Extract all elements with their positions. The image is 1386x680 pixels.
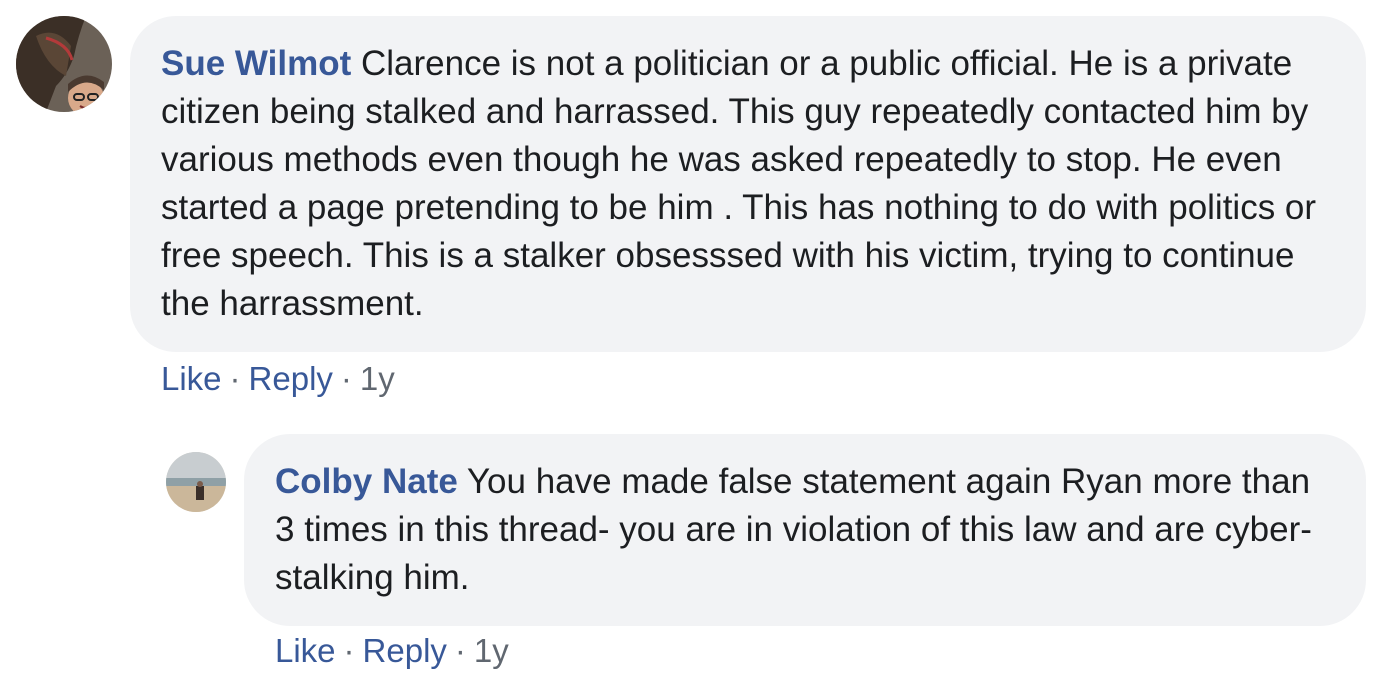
comment-timestamp[interactable]: 1y xyxy=(474,632,509,669)
comment-author[interactable]: Colby Nate xyxy=(275,462,458,501)
comment-sue-wilmot: Sue Wilmot Clarence is not a politician … xyxy=(0,0,1386,420)
separator: · xyxy=(229,360,241,397)
separator: · xyxy=(340,360,352,397)
separator: · xyxy=(343,632,355,669)
comment-colby-nate: Colby Nate You have made false statement… xyxy=(0,420,1386,680)
comment-actions: Like · Reply · 1y xyxy=(275,632,509,670)
avatar-colby-nate[interactable] xyxy=(166,452,226,512)
separator: · xyxy=(454,632,466,669)
like-button[interactable]: Like xyxy=(275,632,336,669)
profile-photo xyxy=(166,452,226,512)
reply-button[interactable]: Reply xyxy=(249,360,333,397)
comment-author[interactable]: Sue Wilmot xyxy=(161,44,351,83)
reply-button[interactable]: Reply xyxy=(363,632,447,669)
profile-photo xyxy=(16,16,112,112)
avatar-sue-wilmot[interactable] xyxy=(16,16,112,112)
comment-bubble: Sue Wilmot Clarence is not a politician … xyxy=(130,16,1366,352)
comment-actions: Like · Reply · 1y xyxy=(161,360,395,398)
like-button[interactable]: Like xyxy=(161,360,222,397)
comment-text: Clarence is not a politician or a public… xyxy=(161,44,1317,323)
comment-timestamp[interactable]: 1y xyxy=(360,360,395,397)
comment-bubble: Colby Nate You have made false statement… xyxy=(244,434,1366,626)
